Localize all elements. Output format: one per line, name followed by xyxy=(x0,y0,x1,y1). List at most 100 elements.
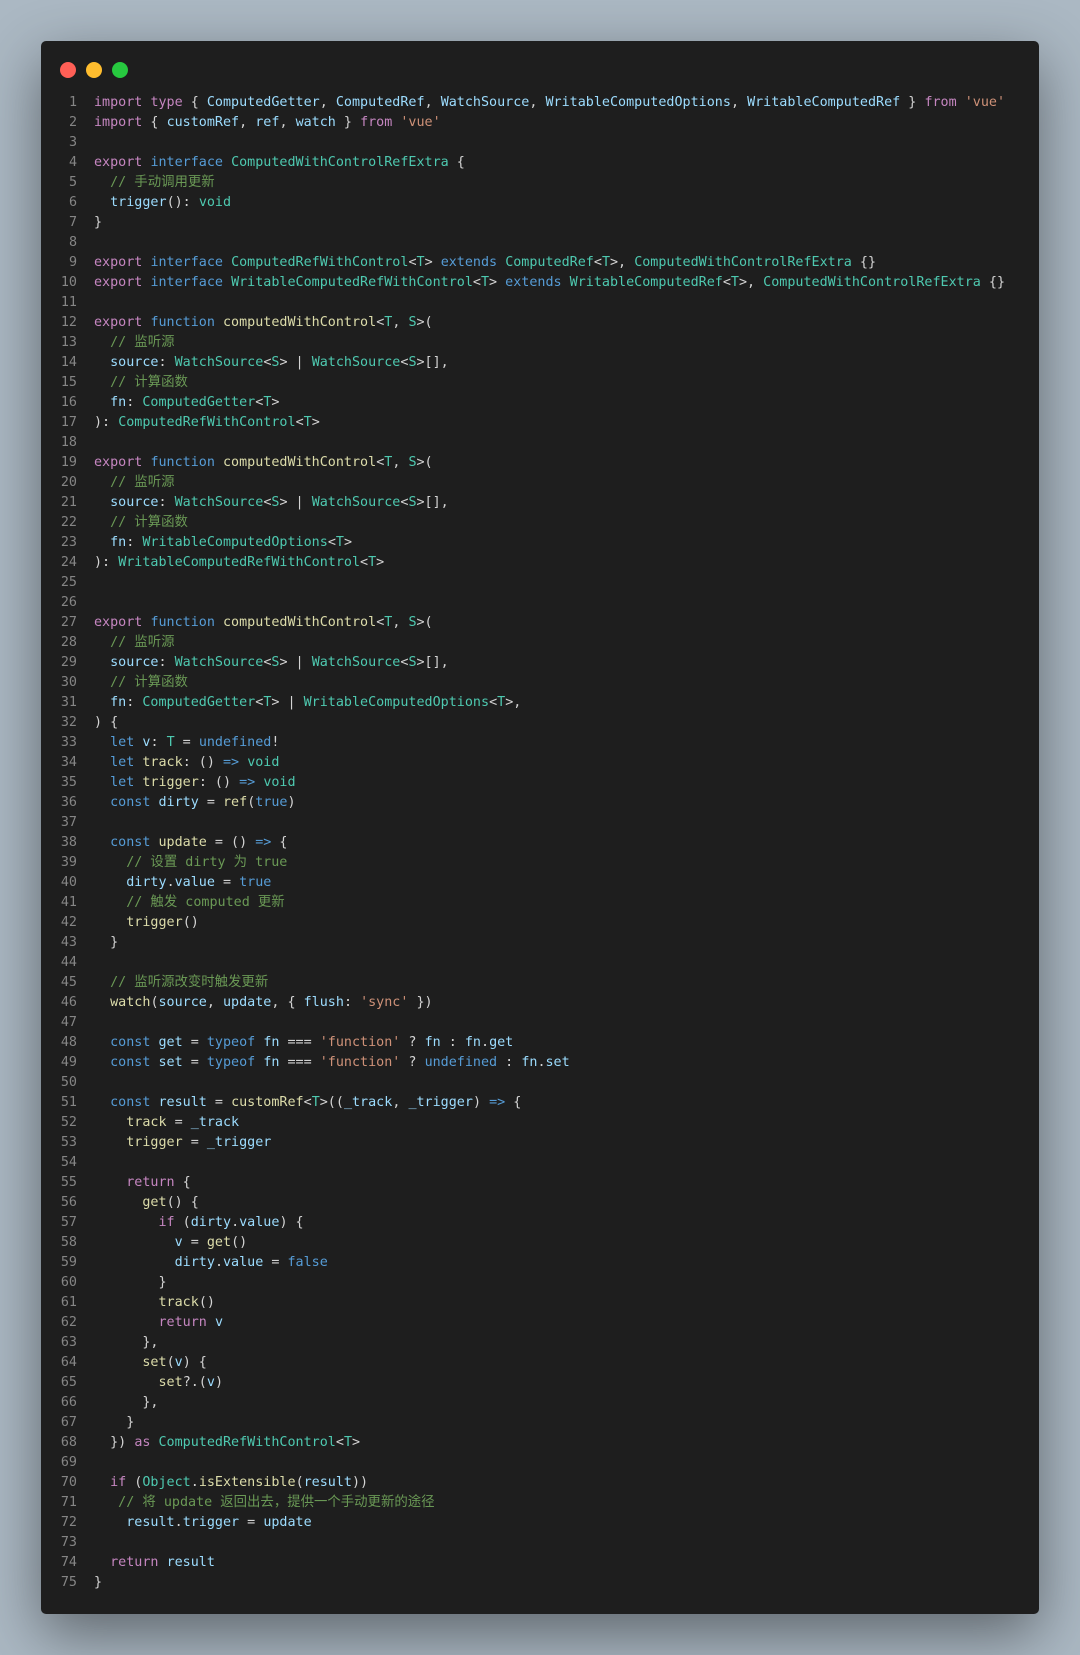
code-line: 36 const dirty = ref(true) xyxy=(41,793,1039,813)
code-text: watch(source, update, { flush: 'sync' }) xyxy=(94,993,433,1013)
code-token: fn xyxy=(110,695,127,710)
line-number: 64 xyxy=(60,1355,77,1370)
code-line: 59 dirty.value = false xyxy=(41,1253,1039,1273)
code-token: true xyxy=(255,795,288,810)
code-token: >( xyxy=(416,455,433,470)
code-token: } xyxy=(94,215,103,230)
code-token: : xyxy=(158,655,175,670)
line-number: 7 xyxy=(68,215,77,230)
code-token: ref xyxy=(223,795,248,810)
code-token: track xyxy=(142,755,183,770)
code-line: 9 export interface ComputedRefWithControl… xyxy=(41,253,1039,273)
code-line: 42 trigger() xyxy=(41,913,1039,933)
code-line: 75} xyxy=(41,1573,1039,1593)
code-line: 8 xyxy=(41,233,1039,253)
line-number: 74 xyxy=(60,1555,77,1570)
code-token: , { xyxy=(271,995,304,1010)
line-number: 11 xyxy=(60,295,77,310)
code-token: trigger xyxy=(110,195,167,210)
code-token: : xyxy=(158,495,175,510)
code-token: 'vue' xyxy=(964,95,1006,110)
code-text: // 将 update 返回出去，提供一个手动更新的途径 xyxy=(94,1493,435,1513)
code-line: 55 return { xyxy=(41,1173,1039,1193)
code-token: 'function' xyxy=(319,1055,401,1070)
code-token: , xyxy=(529,95,546,110)
code-text: set(v) { xyxy=(94,1353,207,1373)
code-text: v = get() xyxy=(94,1233,248,1253)
code-token: S xyxy=(408,315,417,330)
code-token: source xyxy=(110,495,159,510)
code-text: }) as ComputedRefWithControl<T> xyxy=(94,1433,360,1453)
code-text: } xyxy=(94,1413,134,1433)
code-token: fn xyxy=(424,1035,441,1050)
code-token: >[], xyxy=(416,355,449,370)
code-token: : xyxy=(126,395,143,410)
code-token: true xyxy=(239,875,272,890)
code-line: 63 }, xyxy=(41,1333,1039,1353)
line-number: 4 xyxy=(68,155,77,170)
code-token: T xyxy=(497,695,506,710)
code-token: // 手动调用更新 xyxy=(94,175,215,190)
code-token: < xyxy=(408,255,417,270)
code-line: 46 watch(source, update, { flush: 'sync'… xyxy=(41,993,1039,1013)
code-token: . xyxy=(166,875,175,890)
code-line: 71 // 将 update 返回出去，提供一个手动更新的途径 xyxy=(41,1493,1039,1513)
code-line: 2 import { customRef, ref, watch } from '… xyxy=(41,113,1039,133)
code-text: // 计算函数 xyxy=(94,373,188,393)
maximize-window-button[interactable] xyxy=(112,62,128,78)
code-text: fn: WritableComputedOptions<T> xyxy=(94,533,352,553)
code-line: 31 fn: ComputedGetter <T > | WritableCompu… xyxy=(41,693,1039,713)
code-token: : xyxy=(440,1035,465,1050)
code-token: computedWithControl xyxy=(223,315,377,330)
code-token: () xyxy=(198,1295,215,1310)
code-token: // 将 update 返回出去，提供一个手动更新的途径 xyxy=(94,1495,435,1510)
code-line: 65 set?.(v) xyxy=(41,1373,1039,1393)
code-token: = xyxy=(182,1135,207,1150)
line-number: 58 xyxy=(60,1235,77,1250)
code-token: ref xyxy=(255,115,280,130)
code-token: if xyxy=(110,1475,127,1490)
code-line: 20 // 监听源 xyxy=(41,473,1039,493)
line-number: 53 xyxy=(60,1135,77,1150)
code-text: const set = typeof fn === 'function' ? u… xyxy=(94,1053,570,1073)
code-token: } xyxy=(94,1415,135,1430)
code-token: } xyxy=(94,1575,103,1590)
code-token: > | xyxy=(279,495,312,510)
code-token: WritableComputedRefWithControl xyxy=(231,275,473,290)
line-number: 47 xyxy=(60,1015,77,1030)
code-line: 16 fn: ComputedGetter<T> xyxy=(41,393,1039,413)
code-token: // 计算函数 xyxy=(94,675,188,690)
code-line: 62 return v xyxy=(41,1313,1039,1333)
code-line: 48 const get = typeof fn === 'function' … xyxy=(41,1033,1039,1053)
code-token: isExtensible xyxy=(198,1475,296,1490)
code-token: WritableComputedOptions xyxy=(142,535,328,550)
line-number: 17 xyxy=(60,415,77,430)
code-token: }, xyxy=(94,1335,159,1350)
line-number: 25 xyxy=(60,575,77,590)
code-token: // 设置 dirty 为 true xyxy=(94,855,288,870)
code-text: if (Object.isExtensible(result)) xyxy=(94,1473,368,1493)
line-number: 3 xyxy=(68,135,77,150)
minimize-window-button[interactable] xyxy=(86,62,102,78)
code-token: : () xyxy=(198,775,240,790)
code-token: T xyxy=(311,1095,320,1110)
code-token: , xyxy=(392,315,409,330)
code-text: return { xyxy=(94,1173,191,1193)
code-token: v xyxy=(174,1355,183,1370)
code-line: 56 get() { xyxy=(41,1193,1039,1213)
code-token: > xyxy=(352,1435,361,1450)
code-token: v xyxy=(206,1375,215,1390)
code-token: function xyxy=(150,615,215,630)
close-window-button[interactable] xyxy=(60,62,76,78)
code-token: dirty xyxy=(174,1255,215,1270)
code-token: T xyxy=(335,535,344,550)
